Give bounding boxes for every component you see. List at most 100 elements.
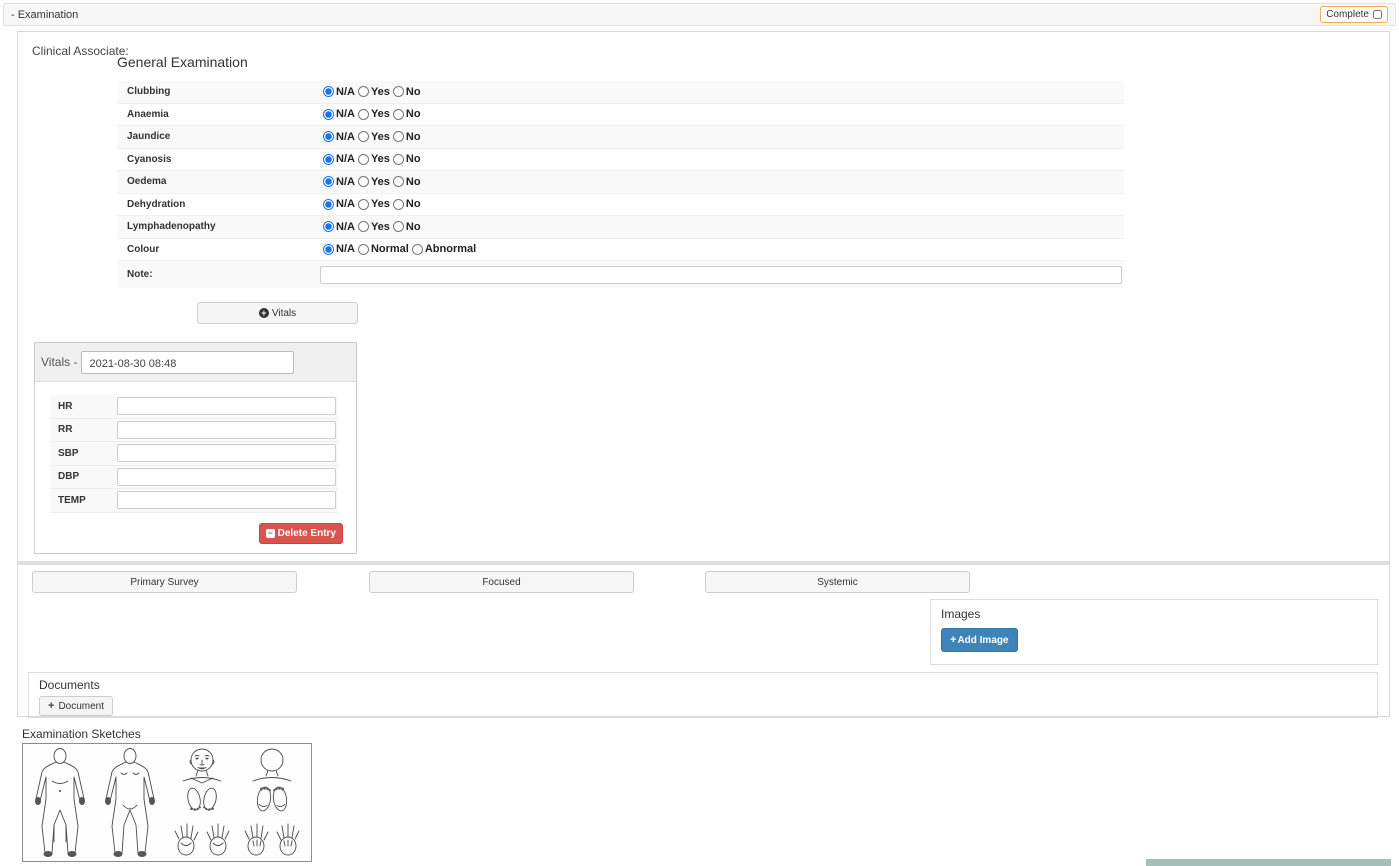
body-back-sketch xyxy=(105,748,155,857)
radio-input[interactable] xyxy=(323,243,334,255)
body-sketches-image xyxy=(35,748,300,857)
radio-option-yes[interactable]: Yes xyxy=(355,176,390,188)
add-vitals-button[interactable]: + Vitals xyxy=(197,302,358,324)
radio-option-label: Yes xyxy=(370,220,390,233)
radio-option-no[interactable]: No xyxy=(390,86,421,98)
vitals-field-input-dbp[interactable] xyxy=(117,467,336,486)
radio-input[interactable] xyxy=(357,198,369,210)
vitals-row: SBP xyxy=(50,442,338,466)
complete-button-label: Complete xyxy=(1326,9,1369,20)
radio-option-na[interactable]: N/A xyxy=(320,86,355,98)
radio-input[interactable] xyxy=(323,131,334,143)
radio-option-no[interactable]: No xyxy=(390,176,421,188)
radio-option-yes[interactable]: Yes xyxy=(355,198,390,210)
images-title: Images xyxy=(941,607,981,621)
vitals-row: DBP xyxy=(50,465,338,489)
vitals-field-input-rr[interactable] xyxy=(117,420,336,439)
radio-input[interactable] xyxy=(357,86,369,98)
images-section: Images + Add Image xyxy=(930,599,1378,665)
radio-option-label: No xyxy=(405,153,421,166)
radio-option-yes[interactable]: Yes xyxy=(355,86,390,98)
examination-sketches-title: Examination Sketches xyxy=(22,727,141,741)
radio-option-na[interactable]: N/A xyxy=(320,153,355,165)
radio-option-no[interactable]: No xyxy=(390,131,421,143)
radio-input[interactable] xyxy=(357,153,369,165)
exam-row: Lymphadenopathy N/A Yes No xyxy=(117,216,1124,239)
radio-input[interactable] xyxy=(411,243,423,255)
exam-row: Cyanosis N/A Yes No xyxy=(117,148,1124,171)
add-image-button[interactable]: + Add Image xyxy=(941,628,1018,652)
examination-sketches-thumbnail[interactable] xyxy=(22,743,312,862)
radio-input[interactable] xyxy=(392,176,404,188)
radio-option-no[interactable]: No xyxy=(390,153,421,165)
complete-checkbox[interactable] xyxy=(1373,10,1382,19)
radio-option-na[interactable]: N/A xyxy=(320,131,355,143)
radio-option-na[interactable]: N/A xyxy=(320,176,355,188)
radio-option-yes[interactable]: Yes xyxy=(355,131,390,143)
radio-input[interactable] xyxy=(357,221,369,233)
radio-input[interactable] xyxy=(392,221,404,233)
radio-option-na[interactable]: N/A xyxy=(320,108,355,120)
radio-option-label: N/A xyxy=(336,175,355,188)
radio-option-no[interactable]: No xyxy=(390,108,421,120)
radio-option-label: No xyxy=(405,85,421,98)
radio-option-na[interactable]: N/A xyxy=(320,198,355,210)
radio-input[interactable] xyxy=(323,108,334,120)
radio-group: N/A Yes No xyxy=(320,131,421,143)
radio-option-label: N/A xyxy=(336,85,355,98)
exam-row-label: Anaemia xyxy=(127,108,169,120)
radio-option-yes[interactable]: Yes xyxy=(355,108,390,120)
radio-option-label: No xyxy=(405,220,421,233)
bottom-teal-bar xyxy=(1146,859,1391,866)
radio-option-no[interactable]: No xyxy=(390,221,421,233)
radio-input[interactable] xyxy=(357,131,369,143)
note-label: Note: xyxy=(127,269,153,280)
vitals-card: Vitals - HR RR SBP DBP TEMP − Delete Entry xyxy=(34,342,357,554)
add-document-button[interactable]: + Document xyxy=(39,696,114,716)
radio-option-yes[interactable]: Yes xyxy=(355,221,390,233)
radio-option-label: No xyxy=(405,130,421,143)
examination-page: { "header": { "title": "- Examination", … xyxy=(0,0,1399,866)
radio-option-na[interactable]: N/A xyxy=(320,243,355,255)
radio-input[interactable] xyxy=(323,221,334,233)
complete-button[interactable]: Complete xyxy=(1320,6,1388,23)
radio-option-no[interactable]: No xyxy=(390,198,421,210)
radio-input[interactable] xyxy=(323,86,334,98)
vitals-field-input-hr[interactable] xyxy=(117,397,336,416)
vitals-field-input-sbp[interactable] xyxy=(117,444,336,463)
radio-input[interactable] xyxy=(323,153,334,165)
primary-survey-button[interactable]: Primary Survey xyxy=(32,571,297,593)
vitals-field-label: SBP xyxy=(58,447,79,459)
exam-row-label: Dehydration xyxy=(127,198,186,210)
radio-option-na[interactable]: N/A xyxy=(320,221,355,233)
radio-input[interactable] xyxy=(323,176,334,188)
radio-input[interactable] xyxy=(392,131,404,143)
radio-input[interactable] xyxy=(357,243,369,255)
radio-input[interactable] xyxy=(323,198,334,210)
radio-input[interactable] xyxy=(357,108,369,120)
systemic-button[interactable]: Systemic xyxy=(705,571,970,593)
vitals-field-label: DBP xyxy=(58,471,80,483)
left-hand-back xyxy=(244,823,269,856)
plus-icon: + xyxy=(48,700,55,712)
radio-option-label: Yes xyxy=(370,108,390,121)
vitals-field-input-temp[interactable] xyxy=(117,491,336,510)
radio-input[interactable] xyxy=(357,176,369,188)
radio-input[interactable] xyxy=(392,153,404,165)
right-hand-back xyxy=(276,823,300,856)
focused-button[interactable]: Focused xyxy=(369,571,634,593)
radio-input[interactable] xyxy=(392,108,404,120)
radio-input[interactable] xyxy=(392,198,404,210)
radio-input[interactable] xyxy=(392,86,404,98)
face-feet-hands-sketch xyxy=(174,748,230,856)
radio-option-abnormal[interactable]: Abnormal xyxy=(409,243,476,255)
documents-section: Documents + Document xyxy=(28,672,1378,718)
vitals-datetime-input[interactable] xyxy=(81,350,295,374)
radio-option-normal[interactable]: Normal xyxy=(355,243,409,255)
note-input[interactable] xyxy=(320,265,1122,284)
exam-row-label: Oedema xyxy=(127,176,167,188)
radio-group: N/A Yes No xyxy=(320,153,421,165)
delete-entry-button[interactable]: − Delete Entry xyxy=(258,523,343,544)
radio-option-yes[interactable]: Yes xyxy=(355,153,390,165)
radio-group: N/A Yes No xyxy=(320,86,421,98)
